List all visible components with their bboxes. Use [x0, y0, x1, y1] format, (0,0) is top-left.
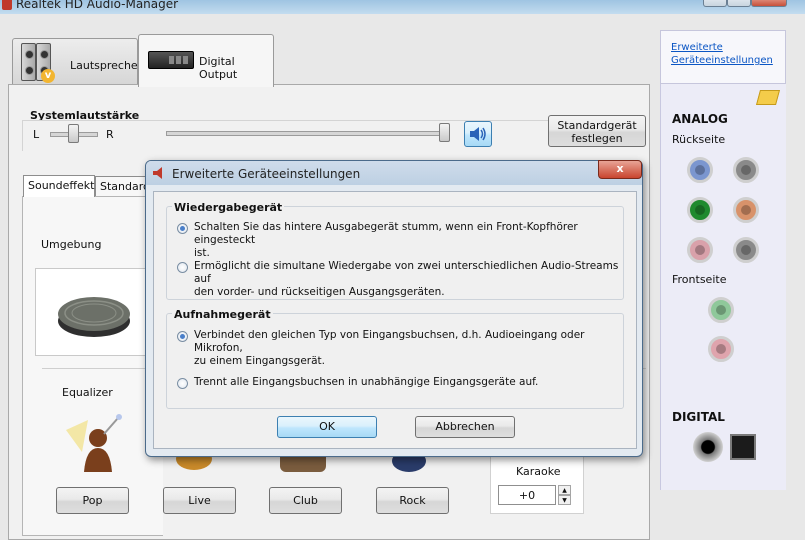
- rear-jack-hole-6: [741, 245, 751, 255]
- rear-jack-hole-1: [695, 165, 705, 175]
- playback-option-1-radio[interactable]: [177, 223, 188, 234]
- digital-heading: DIGITAL: [672, 410, 725, 424]
- playback-option-1-line2: ist.: [194, 247, 210, 259]
- tab-standard-label: Standard: [100, 180, 151, 193]
- rear-jack-hole-3: [695, 205, 705, 215]
- advanced-settings-dialog: Erweiterte Geräteeinstellungen x Wiederg…: [145, 160, 643, 457]
- dialog-titlebar: Erweiterte Geräteeinstellungen x: [146, 160, 642, 185]
- maximize-button[interactable]: [727, 0, 751, 7]
- tab-standard[interactable]: Standard: [95, 176, 151, 196]
- set-default-device-button[interactable]: Standardgerät festlegen: [548, 115, 646, 147]
- playback-option-1-text[interactable]: Schalten Sie das hintere Ausgabegerät st…: [194, 221, 624, 260]
- equalizer-label: Equalizer: [62, 386, 113, 399]
- rear-jack-5[interactable]: [687, 237, 713, 263]
- balance-left-label: L: [33, 128, 40, 141]
- digital-output-device-icon: [148, 51, 194, 69]
- rear-jack-6[interactable]: [733, 237, 759, 263]
- rear-jack-hole-5: [695, 245, 705, 255]
- window-close-button[interactable]: [751, 0, 787, 7]
- preset-pop-button[interactable]: Pop: [56, 487, 129, 514]
- close-icon: x: [616, 162, 624, 175]
- advanced-settings-box: Erweiterte Geräteeinstellungen: [660, 30, 786, 84]
- karaoke-value-field[interactable]: +0: [498, 485, 556, 505]
- karaoke-down-arrow-icon[interactable]: ▼: [558, 495, 571, 505]
- environment-disc-icon: [58, 297, 130, 337]
- tab-soundeffekt-label: Soundeffekt: [28, 179, 95, 192]
- rear-jack-hole-2: [741, 165, 751, 175]
- recording-option-1-text[interactable]: Verbindet den gleichen Typ von Eingangsb…: [194, 329, 624, 368]
- window-title: Realtek HD Audio-Manager: [16, 0, 179, 11]
- front-label: Frontseite: [672, 273, 727, 286]
- app-icon: [2, 0, 12, 10]
- front-jack-1[interactable]: [708, 297, 734, 323]
- dialog-body: Wiedergabegerät Schalten Sie das hintere…: [153, 191, 637, 449]
- playback-heading: Wiedergabegerät: [172, 201, 285, 214]
- advanced-settings-link[interactable]: Erweiterte Geräteeinstellungen: [671, 41, 781, 67]
- front-jack-hole-2: [716, 344, 726, 354]
- front-jack-hole-1: [716, 305, 726, 315]
- playback-option-1-line1: Schalten Sie das hintere Ausgabegerät st…: [194, 221, 578, 246]
- recording-option-2-text[interactable]: Trennt alle Eingangsbuchsen in unabhängi…: [194, 376, 624, 389]
- volume-track: [166, 131, 450, 136]
- preset-live-button[interactable]: Live: [163, 487, 236, 514]
- preset-rock-button[interactable]: Rock: [376, 487, 449, 514]
- optical-jack-icon[interactable]: [730, 434, 756, 460]
- tab-lautsprecher-label: Lautsprecher: [70, 59, 143, 72]
- rear-jack-1[interactable]: [687, 157, 713, 183]
- window-titlebar: Realtek HD Audio-Manager: [0, 0, 805, 14]
- singer-icon: [66, 414, 122, 472]
- speaker-volume-icon: [470, 127, 486, 141]
- speaker-icon: v: [21, 43, 55, 83]
- playback-option-2-text[interactable]: Ermöglicht die simultane Wiedergabe von …: [194, 260, 624, 299]
- playback-option-2-radio[interactable]: [177, 262, 188, 273]
- recording-option-1-line1: Verbindet den gleichen Typ von Eingangsb…: [194, 329, 585, 354]
- set-default-device-label-1: Standardgerät: [557, 119, 637, 132]
- check-badge-icon: v: [41, 69, 55, 83]
- set-default-device-label-2: festlegen: [571, 132, 623, 145]
- preset-club-button[interactable]: Club: [269, 487, 342, 514]
- analog-heading: ANALOG: [672, 112, 728, 126]
- environment-preview[interactable]: [35, 268, 153, 356]
- equalizer-singer-icon[interactable]: [64, 412, 124, 474]
- karaoke-label: Karaoke: [516, 465, 561, 478]
- ok-label: OK: [319, 420, 335, 433]
- tab-digital-output[interactable]: Digital Output: [138, 34, 274, 87]
- rear-label: Rückseite: [672, 133, 726, 146]
- dialog-speaker-icon: [153, 167, 162, 179]
- front-jack-2[interactable]: [708, 336, 734, 362]
- preset-pop-label: Pop: [82, 494, 103, 507]
- playback-option-2-line2: den vorder- und rückseitigen Ausgangsger…: [194, 286, 445, 298]
- ok-button[interactable]: OK: [277, 416, 377, 438]
- minimize-button[interactable]: [703, 0, 727, 7]
- balance-right-label: R: [106, 128, 114, 141]
- rear-jack-2[interactable]: [733, 157, 759, 183]
- tab-lautsprecher[interactable]: v Lautsprecher: [12, 38, 142, 85]
- rear-jack-hole-4: [741, 205, 751, 215]
- tab-digital-output-label: Digital Output: [199, 55, 238, 81]
- folder-icon[interactable]: [755, 90, 781, 105]
- preset-club-label: Club: [293, 494, 318, 507]
- karaoke-up-arrow-icon[interactable]: ▲: [558, 485, 571, 495]
- recording-heading: Aufnahmegerät: [172, 308, 273, 321]
- tab-soundeffekt[interactable]: Soundeffekt: [23, 175, 95, 197]
- recording-option-2-line1: Trennt alle Eingangsbuchsen in unabhängi…: [194, 376, 539, 388]
- cancel-button[interactable]: Abbrechen: [415, 416, 515, 438]
- cancel-label: Abbrechen: [435, 420, 495, 433]
- dialog-title: Erweiterte Geräteeinstellungen: [172, 167, 361, 181]
- volume-slider[interactable]: [439, 123, 450, 142]
- rear-jack-4[interactable]: [733, 197, 759, 223]
- dialog-close-button[interactable]: x: [598, 160, 642, 179]
- recording-option-1-radio[interactable]: [177, 331, 188, 342]
- rear-jack-3[interactable]: [687, 197, 713, 223]
- preset-live-label: Live: [188, 494, 211, 507]
- playback-option-2-line1: Ermöglicht die simultane Wiedergabe von …: [194, 260, 619, 285]
- recording-option-2-radio[interactable]: [177, 378, 188, 389]
- recording-option-1-line2: zu einem Eingangsgerät.: [194, 355, 325, 367]
- mute-button[interactable]: [464, 121, 492, 147]
- preset-rock-label: Rock: [399, 494, 426, 507]
- environment-label: Umgebung: [41, 238, 102, 251]
- balance-slider[interactable]: [68, 124, 79, 143]
- coaxial-jack-icon[interactable]: [693, 432, 723, 462]
